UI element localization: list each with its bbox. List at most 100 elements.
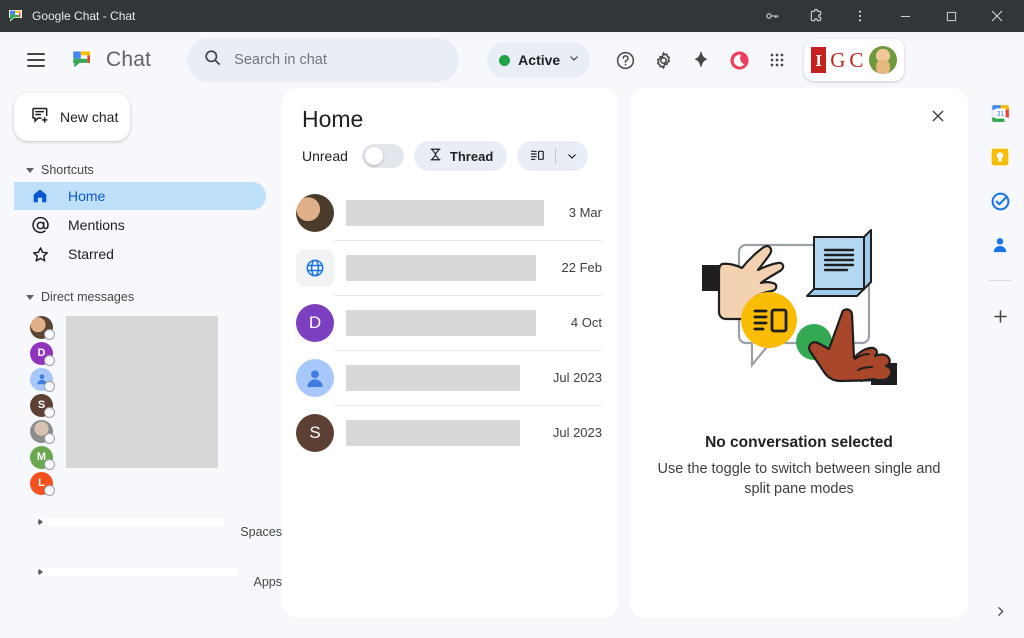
- sidebar-section-spaces: Spaces: [14, 514, 282, 550]
- section-header-shortcuts[interactable]: Shortcuts: [14, 159, 282, 181]
- new-chat-label: New chat: [60, 109, 119, 125]
- list-item[interactable]: [30, 366, 282, 392]
- google-calendar-icon[interactable]: 31: [989, 102, 1011, 124]
- maximize-button[interactable]: [928, 0, 974, 32]
- conversation-list-panel: Home Unread Thread 3 Mar 22 Feb D 4 Oct …: [282, 88, 618, 618]
- split-pane-icon[interactable]: [517, 148, 555, 164]
- redacted-overlay: [346, 254, 536, 281]
- chevron-right-icon[interactable]: [987, 598, 1013, 624]
- chat-date: 3 Mar: [568, 205, 602, 220]
- empty-state-subtitle: Use the toggle to switch between single …: [657, 460, 941, 497]
- sidebar-section-apps: Apps: [14, 564, 282, 600]
- list-item[interactable]: 22 Feb: [282, 240, 618, 295]
- status-dot-icon: [499, 54, 511, 66]
- new-chat-icon: [30, 105, 50, 130]
- search-input[interactable]: [234, 52, 444, 68]
- google-chat-logo-icon: [70, 47, 96, 73]
- puzzle-piece-icon[interactable]: [794, 0, 838, 32]
- list-item[interactable]: S: [30, 392, 282, 418]
- org-logo-letter-c: C: [849, 47, 864, 72]
- add-shortcut-icon[interactable]: [989, 305, 1011, 327]
- org-logo-letter-g: G: [830, 47, 846, 72]
- list-item[interactable]: D: [30, 340, 282, 366]
- redacted-overlay: [346, 419, 520, 446]
- chat-text: [346, 249, 550, 287]
- close-button[interactable]: [974, 0, 1020, 32]
- window-controls: [750, 0, 1020, 32]
- brand: Chat: [70, 47, 151, 73]
- unread-toggle[interactable]: [361, 144, 404, 168]
- kebab-menu-icon[interactable]: [838, 0, 882, 32]
- unread-label: Unread: [302, 148, 348, 164]
- sidebar-item-home[interactable]: Home: [14, 182, 266, 210]
- chevron-down-icon: [26, 294, 34, 300]
- help-icon[interactable]: [608, 43, 642, 77]
- status-active-button[interactable]: Active: [487, 42, 591, 78]
- avatar: [296, 248, 334, 287]
- key-icon[interactable]: [750, 0, 794, 32]
- search-box[interactable]: [187, 38, 460, 82]
- app-body: New chat Shortcuts Home Mentions Starred…: [0, 88, 1024, 638]
- sidebar-item-starred[interactable]: Starred: [14, 240, 266, 268]
- minimize-button[interactable]: [882, 0, 928, 32]
- section-header-spaces[interactable]: Spaces: [14, 514, 282, 550]
- google-tasks-icon[interactable]: [989, 190, 1011, 212]
- hamburger-menu-icon[interactable]: [16, 40, 56, 80]
- org-logo-mark: I: [811, 47, 827, 73]
- redacted-overlay: [346, 309, 536, 336]
- sidebar-section-direct-messages: Direct messages D S M L: [14, 286, 282, 496]
- list-item[interactable]: D 4 Oct: [282, 295, 618, 350]
- thread-filter-chip[interactable]: Thread: [413, 141, 508, 171]
- sidebar-item-label: Mentions: [68, 217, 125, 233]
- chat-date: 4 Oct: [570, 315, 602, 330]
- chevron-down-icon[interactable]: [556, 150, 588, 162]
- list-item[interactable]: 3 Mar: [282, 185, 618, 240]
- account-chip[interactable]: I G C: [804, 39, 905, 81]
- do-not-disturb-icon[interactable]: [722, 43, 756, 77]
- avatar: D: [296, 303, 334, 342]
- chat-text: [346, 414, 541, 452]
- google-apps-grid-icon[interactable]: [760, 43, 794, 77]
- sidebar-section-shortcuts: Shortcuts Home Mentions Starred: [14, 159, 282, 268]
- window-titlebar: Google Chat - Chat: [0, 0, 1024, 32]
- page-title: Home: [302, 106, 364, 132]
- layout-mode-chip[interactable]: [517, 141, 589, 171]
- sidebar: New chat Shortcuts Home Mentions Starred…: [0, 88, 282, 638]
- at-mention-icon: [30, 215, 50, 235]
- settings-gear-icon[interactable]: [646, 43, 680, 77]
- section-header-apps[interactable]: Apps: [14, 564, 282, 600]
- sidebar-item-label: Home: [68, 188, 106, 204]
- google-contacts-icon[interactable]: [989, 234, 1011, 256]
- google-keep-icon[interactable]: [989, 146, 1011, 168]
- chevron-down-icon: [26, 167, 34, 173]
- section-header-direct-messages[interactable]: Direct messages: [14, 286, 282, 308]
- section-title: Apps: [253, 575, 283, 589]
- rail-divider: [989, 280, 1011, 281]
- list-item[interactable]: [30, 314, 282, 340]
- list-item[interactable]: M: [30, 444, 282, 470]
- list-item[interactable]: L: [30, 470, 282, 496]
- user-avatar[interactable]: [869, 46, 898, 74]
- brand-name: Chat: [106, 48, 152, 71]
- chat-text: [346, 194, 557, 232]
- hands-and-panes-illustration: [692, 207, 907, 412]
- gemini-spark-icon[interactable]: [684, 43, 718, 77]
- list-item[interactable]: Jul 2023: [282, 350, 618, 405]
- thread-chip-label: Thread: [449, 148, 494, 164]
- avatar: [296, 193, 334, 232]
- google-chat-app-icon: [8, 8, 24, 24]
- redacted-overlay: [346, 364, 520, 391]
- search-container: [187, 38, 460, 82]
- chevron-down-icon: [568, 51, 580, 69]
- header-icon-group: [608, 43, 794, 77]
- new-chat-button[interactable]: New chat: [14, 93, 130, 141]
- avatar: D: [30, 341, 55, 366]
- thread-icon: [428, 147, 443, 165]
- chat-date: Jul 2023: [552, 370, 602, 385]
- list-item[interactable]: [30, 418, 282, 444]
- close-icon[interactable]: [922, 100, 954, 132]
- sidebar-item-mentions[interactable]: Mentions: [14, 211, 266, 239]
- list-item[interactable]: S Jul 2023: [282, 405, 618, 460]
- avatar: [30, 419, 55, 444]
- chevron-right-icon: [38, 518, 226, 526]
